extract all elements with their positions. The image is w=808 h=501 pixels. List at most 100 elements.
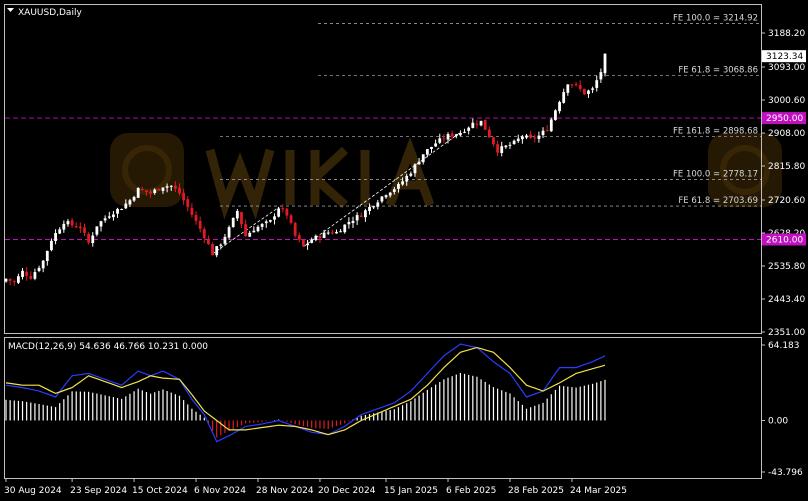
- candle-body: [541, 130, 545, 136]
- fib-level-label: FE 100.0 = 2778.17: [673, 169, 758, 179]
- candle-body: [281, 208, 285, 210]
- candle-body: [450, 133, 454, 137]
- fib-level-label: FE 61.8 = 3068.86: [678, 66, 758, 76]
- candle-body: [310, 239, 314, 243]
- candle-body: [273, 216, 276, 220]
- candle-body: [161, 187, 165, 191]
- candle-body: [545, 130, 549, 132]
- candle-body: [45, 250, 49, 262]
- candle: [211, 242, 214, 256]
- candle-body: [355, 215, 359, 221]
- candle-body: [388, 192, 392, 196]
- candle-body: [207, 238, 210, 245]
- candle-body: [260, 224, 264, 227]
- candle-body: [198, 221, 202, 229]
- candle-body: [302, 239, 305, 247]
- candle-body: [587, 90, 590, 94]
- candle-body: [182, 192, 186, 201]
- candle-body: [29, 276, 33, 279]
- candle-body: [289, 215, 293, 223]
- candle-body: [132, 197, 136, 201]
- price-tick-label: 2535.80: [768, 262, 805, 272]
- candle-body: [599, 72, 603, 80]
- candle-body: [256, 226, 260, 232]
- candle-body: [240, 212, 243, 225]
- candle: [87, 232, 91, 245]
- candle-body: [78, 226, 82, 229]
- candle-body: [500, 146, 504, 153]
- candle-body: [537, 135, 541, 139]
- macd-tick-label: 0.00: [768, 416, 788, 426]
- price-tick-label: 2908.00: [768, 129, 805, 139]
- candle-body: [397, 183, 400, 189]
- candle-body: [467, 127, 471, 131]
- candle-body: [33, 272, 37, 279]
- candle-body: [483, 119, 487, 130]
- current-price-label: 3123.34: [766, 52, 803, 62]
- candle-body: [574, 84, 578, 86]
- candle-body: [41, 260, 45, 269]
- candle-body: [95, 226, 99, 235]
- candle-body: [463, 131, 466, 133]
- time-tick-label: 6 Feb 2025: [446, 486, 496, 496]
- candle-body: [145, 190, 148, 192]
- price-chart[interactable]: FE 100.0 = 3214.92 FE 61.8 = 3068.86 FE 16…: [0, 0, 808, 501]
- candle-body: [70, 220, 74, 226]
- macd-label: MACD(12,26,9) 54.636 46.766 10.231 0.000: [8, 342, 208, 352]
- candle-body: [140, 188, 144, 191]
- symbol-label: XAUUSD,Daily: [18, 8, 82, 18]
- candle-body: [384, 195, 388, 198]
- price-tick-label: 2443.40: [768, 295, 805, 305]
- candle-body: [339, 231, 343, 233]
- price-tick-label: 2815.80: [768, 162, 805, 172]
- candle-body: [21, 270, 24, 277]
- time-tick-label: 30 Aug 2024: [4, 486, 62, 496]
- candle-body: [62, 223, 66, 230]
- candle-body: [454, 134, 458, 137]
- candle-body: [533, 137, 537, 139]
- candle-body: [421, 154, 425, 163]
- price-tick-label: 3093.00: [768, 63, 805, 73]
- candle-body: [12, 281, 16, 283]
- candle-body: [173, 185, 177, 189]
- candle: [549, 117, 553, 132]
- candle-body: [322, 232, 326, 238]
- candle-body: [169, 185, 173, 187]
- time-tick-label: 20 Dec 2024: [318, 486, 376, 496]
- candle-body: [529, 134, 533, 138]
- candle-body: [520, 136, 524, 140]
- watermark-logo-left: [110, 133, 184, 207]
- candle-body: [285, 208, 289, 216]
- candle-body: [570, 84, 574, 86]
- candle-body: [54, 233, 57, 242]
- candle-body: [211, 244, 214, 256]
- fib-level-label: FE 161.8 = 2898.68: [673, 126, 758, 136]
- macd-tick-label: -43.796: [768, 468, 803, 478]
- title-bar: XAUUSD,Daily: [7, 8, 82, 18]
- candle-body: [16, 276, 20, 283]
- candle-body: [244, 224, 247, 237]
- candle-body: [442, 138, 446, 140]
- candle-body: [124, 203, 128, 209]
- candle-body: [186, 199, 190, 208]
- candle-body: [223, 236, 227, 244]
- candle-body: [430, 146, 433, 149]
- candle-body: [347, 221, 351, 225]
- candle-body: [231, 217, 235, 227]
- candle-body: [487, 129, 491, 138]
- candle-body: [508, 144, 512, 146]
- candle-body: [87, 233, 91, 243]
- candle-body: [136, 188, 140, 198]
- candle-body: [116, 208, 119, 214]
- candle-body: [409, 173, 413, 176]
- candle: [582, 88, 586, 95]
- candle: [483, 119, 487, 130]
- candle-body: [405, 175, 409, 182]
- time-tick-label: 28 Nov 2024: [256, 486, 314, 496]
- candle-body: [343, 224, 347, 233]
- candle-body: [25, 271, 29, 276]
- candle-body: [112, 214, 115, 218]
- candle-body: [297, 235, 301, 240]
- time-tick-label: 15 Jan 2025: [384, 486, 438, 496]
- candle-body: [190, 208, 194, 215]
